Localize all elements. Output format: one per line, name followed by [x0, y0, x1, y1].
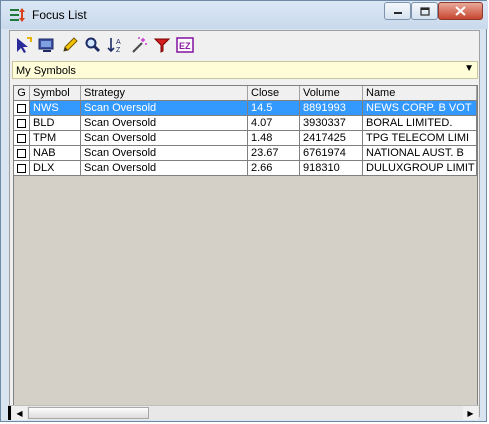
cell-name: BORAL LIMITED. — [363, 116, 477, 131]
column-header-name[interactable]: Name — [363, 86, 477, 101]
minimize-button[interactable] — [384, 2, 411, 20]
ez-icon: EZ — [176, 37, 194, 53]
add-symbol-icon — [17, 37, 32, 53]
scroll-right-button[interactable]: ▶ — [463, 406, 478, 420]
cell-volume: 918310 — [300, 161, 363, 176]
symbols-grid: G Symbol Strategy Close Volume Name NWS … — [13, 85, 478, 415]
scrollbar-thumb[interactable] — [28, 407, 149, 419]
maximize-button[interactable] — [411, 2, 438, 20]
sort-button[interactable]: A Z — [106, 35, 126, 55]
column-header-g[interactable]: G — [14, 86, 30, 101]
row-checkbox[interactable] — [14, 131, 30, 146]
cell-symbol: NAB — [30, 146, 81, 161]
grid-header: G Symbol Strategy Close Volume Name — [14, 86, 477, 101]
monitor-button[interactable] — [37, 35, 57, 55]
table-row[interactable]: NWS Scan Oversold 14.5 8891993 NEWS CORP… — [14, 101, 477, 116]
svg-text:A: A — [116, 39, 121, 46]
cell-close: 14.5 — [248, 101, 300, 116]
row-checkbox[interactable] — [14, 101, 30, 116]
edit-button[interactable] — [60, 35, 80, 55]
cell-volume: 6761974 — [300, 146, 363, 161]
cell-strategy: Scan Oversold — [81, 161, 248, 176]
toolbar: A Z EZ — [10, 31, 479, 59]
cell-symbol: DLX — [30, 161, 81, 176]
cell-symbol: TPM — [30, 131, 81, 146]
cell-close: 4.07 — [248, 116, 300, 131]
search-button[interactable] — [83, 35, 103, 55]
svg-text:Z: Z — [116, 47, 121, 54]
scroll-left-button[interactable]: ◀ — [12, 406, 27, 420]
cell-symbol: NWS — [30, 101, 81, 116]
wand-button[interactable] — [129, 35, 149, 55]
cell-name: TPG TELECOM LIMI — [363, 131, 477, 146]
symbol-list-dropdown[interactable]: My Symbols ▼ — [12, 61, 478, 79]
table-row[interactable]: TPM Scan Oversold 1.48 2417425 TPG TELEC… — [14, 131, 477, 146]
column-header-close[interactable]: Close — [248, 86, 300, 101]
pencil-icon — [63, 37, 78, 52]
monitor-icon — [38, 38, 54, 52]
horizontal-scrollbar[interactable]: ◀ ▶ — [8, 405, 479, 420]
row-checkbox[interactable] — [14, 146, 30, 161]
minimize-icon — [393, 12, 402, 14]
cell-close: 2.66 — [248, 161, 300, 176]
table-row[interactable]: NAB Scan Oversold 23.67 6761974 NATIONAL… — [14, 146, 477, 161]
maximize-icon — [419, 6, 430, 16]
table-row[interactable]: DLX Scan Oversold 2.66 918310 DULUXGROUP… — [14, 161, 477, 176]
row-checkbox[interactable] — [14, 116, 30, 131]
cell-volume: 2417425 — [300, 131, 363, 146]
cell-symbol: BLD — [30, 116, 81, 131]
magnifier-icon — [85, 37, 101, 53]
cell-name: NATIONAL AUST. B — [363, 146, 477, 161]
client-area: A Z EZ My Symbols ▼ G Symbol Strategy Cl… — [9, 30, 480, 417]
dropdown-arrow-icon[interactable]: ▼ — [464, 63, 474, 74]
focus-list-icon — [10, 8, 25, 22]
wand-icon — [132, 37, 147, 53]
focus-list-window: Focus List A Z EZ My Symbols ▼ G Symbol … — [0, 0, 488, 422]
cell-volume: 3930337 — [300, 116, 363, 131]
svg-text:EZ: EZ — [179, 41, 191, 51]
cell-close: 23.67 — [248, 146, 300, 161]
cell-strategy: Scan Oversold — [81, 101, 248, 116]
title-bar[interactable]: Focus List — [1, 1, 488, 29]
sort-icon: A Z — [107, 38, 121, 54]
column-header-volume[interactable]: Volume — [300, 86, 363, 101]
symbol-list-value: My Symbols — [16, 65, 76, 77]
cell-strategy: Scan Oversold — [81, 146, 248, 161]
ez-button[interactable]: EZ — [175, 35, 195, 55]
filter-icon — [153, 38, 171, 53]
scrollbar-edge — [8, 406, 11, 420]
window-title: Focus List — [32, 8, 87, 22]
column-header-strategy[interactable]: Strategy — [81, 86, 248, 101]
cell-close: 1.48 — [248, 131, 300, 146]
cell-name: NEWS CORP. B VOT — [363, 101, 477, 116]
cell-volume: 8891993 — [300, 101, 363, 116]
filter-button[interactable] — [152, 35, 172, 55]
cell-strategy: Scan Oversold — [81, 116, 248, 131]
close-button[interactable] — [438, 2, 483, 20]
close-icon — [455, 6, 466, 16]
cell-name: DULUXGROUP LIMIT — [363, 161, 477, 176]
column-header-symbol[interactable]: Symbol — [30, 86, 81, 101]
table-row[interactable]: BLD Scan Oversold 4.07 3930337 BORAL LIM… — [14, 116, 477, 131]
add-symbol-button[interactable] — [14, 35, 34, 55]
cell-strategy: Scan Oversold — [81, 131, 248, 146]
row-checkbox[interactable] — [14, 161, 30, 176]
